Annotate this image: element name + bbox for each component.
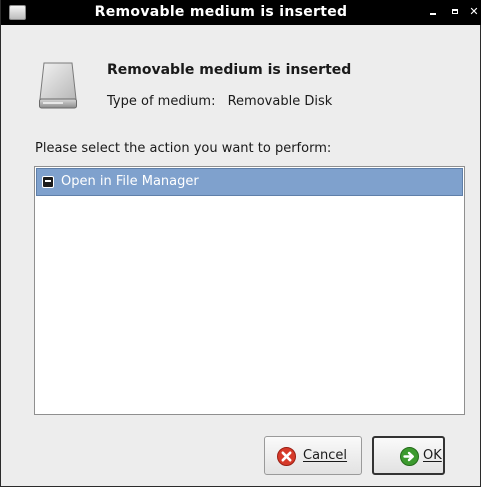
medium-type-label: Type of medium: (107, 94, 216, 109)
action-item-label: Open in File Manager (61, 174, 199, 189)
dialog-window: Removable medium is inserted ✕ Removable… (0, 0, 481, 487)
cancel-button[interactable]: Cancel (264, 436, 362, 475)
ok-button-label: OK (423, 448, 442, 463)
cancel-button-label: Cancel (303, 448, 348, 463)
file-manager-icon (42, 176, 54, 188)
maximize-button[interactable] (448, 3, 462, 21)
window-app-icon[interactable] (9, 5, 26, 20)
minimize-icon (430, 13, 436, 15)
medium-type-value: Removable Disk (227, 94, 333, 109)
medium-type-row: Type of medium: Removable Disk (107, 94, 332, 109)
title-bar[interactable]: Removable medium is inserted ✕ (1, 0, 481, 25)
close-icon: ✕ (469, 5, 479, 18)
cancel-icon (277, 447, 296, 466)
action-item-open-in-file-manager[interactable]: Open in File Manager (36, 168, 463, 196)
maximize-icon (452, 9, 458, 14)
close-button[interactable]: ✕ (467, 3, 481, 21)
minimize-button[interactable] (426, 3, 440, 21)
window-title: Removable medium is inserted (94, 4, 348, 20)
ok-button[interactable]: OK (372, 436, 445, 475)
dialog-heading: Removable medium is inserted (107, 62, 352, 78)
action-list[interactable]: Open in File Manager (34, 166, 465, 415)
removable-drive-icon (39, 62, 77, 109)
ok-icon (400, 447, 419, 466)
action-prompt: Please select the action you want to per… (35, 141, 332, 156)
